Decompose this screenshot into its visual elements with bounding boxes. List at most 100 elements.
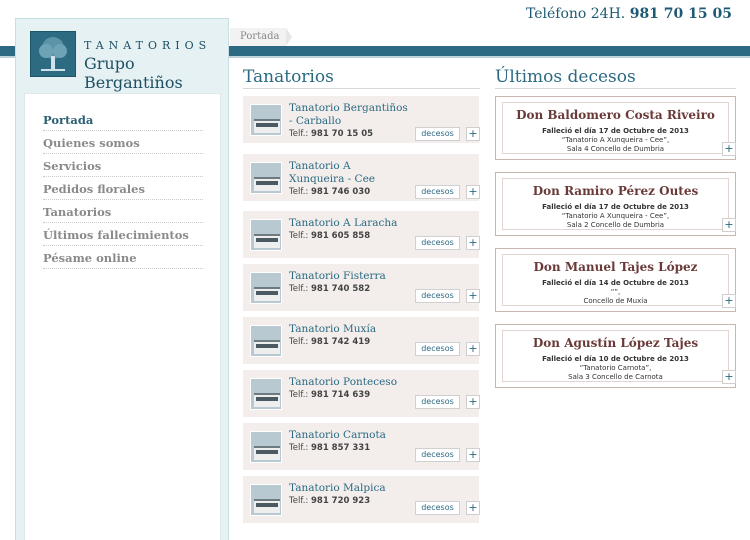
- logo-line-1: TANATORIOS: [84, 39, 212, 52]
- decesos-divider: [495, 88, 736, 89]
- nav-item-pedidos-florales[interactable]: Pedidos florales: [43, 177, 203, 200]
- deceso-card: Don Baldomero Costa Riveiro Falleció el …: [495, 96, 736, 160]
- tanatorio-phone: Telf.: 981 70 15 05: [289, 129, 374, 139]
- tanatorio-card: Tanatorio A Laracha Telf.: 981 605 858 d…: [243, 211, 480, 258]
- expand-plus-button[interactable]: +: [466, 236, 480, 250]
- tanatorio-photo: [250, 484, 282, 516]
- expand-plus-button[interactable]: +: [466, 501, 480, 515]
- tanatorio-phone: Telf.: 981 746 030: [289, 187, 371, 197]
- deceso-place: “Tanatorio Carnota”,: [579, 364, 652, 372]
- tanatorio-name[interactable]: Tanatorio Muxía: [289, 323, 409, 336]
- decesos-button[interactable]: decesos: [415, 448, 460, 462]
- tanatorio-card: Tanatorio Carnota Telf.: 981 857 331 dec…: [243, 423, 480, 470]
- tanatorio-phone: Telf.: 981 740 582: [289, 284, 371, 294]
- tanatorio-phone: Telf.: 981 714 639: [289, 390, 371, 400]
- deceso-place: “Tanatorio A Xunqueira - Cee”,: [561, 136, 670, 144]
- decesos-title: Últimos decesos: [495, 67, 636, 87]
- deceso-card-inner: Don Agustín López Tajes Falleció el día …: [502, 330, 729, 382]
- expand-plus-button[interactable]: +: [466, 448, 480, 462]
- decesos-button[interactable]: decesos: [415, 342, 460, 356]
- tanatorio-card: Tanatorio Muxía Telf.: 981 742 419 deces…: [243, 317, 480, 364]
- deceso-name[interactable]: Don Manuel Tajes López: [503, 260, 728, 274]
- tanatorio-name[interactable]: Tanatorio Fisterra: [289, 270, 409, 283]
- tanatorio-photo: [250, 219, 282, 251]
- logo-line-2: Grupo Bergantiños: [84, 54, 183, 92]
- deceso-plus-button[interactable]: +: [722, 294, 736, 308]
- phone-label: Teléfono 24H.: [525, 6, 626, 22]
- expand-plus-button[interactable]: +: [466, 127, 480, 141]
- tanatorio-name[interactable]: Tanatorio Malpica: [289, 482, 409, 495]
- tanatorio-name[interactable]: Tanatorio Bergantiños - Carballo: [289, 102, 409, 128]
- tanatorio-photo: [250, 378, 282, 410]
- tanatorio-phone: Telf.: 981 857 331: [289, 443, 371, 453]
- tanatorio-photo: [250, 162, 282, 194]
- breadcrumb-arrow-icon: [286, 28, 292, 46]
- breadcrumb: Portada: [230, 28, 292, 46]
- deceso-date: Falleció el día 14 de Octubre de 2013: [542, 279, 689, 287]
- tanatorio-photo: [250, 104, 282, 136]
- tanatorios-title: Tanatorios: [243, 67, 334, 87]
- deceso-name[interactable]: Don Agustín López Tajes: [503, 336, 728, 350]
- deceso-card-inner: Don Ramiro Pérez Outes Falleció el día 1…: [502, 178, 729, 230]
- tanatorio-photo: [250, 272, 282, 304]
- deceso-card: Don Agustín López Tajes Falleció el día …: [495, 324, 736, 388]
- deceso-plus-button[interactable]: +: [722, 370, 736, 384]
- deceso-date: Falleció el día 17 de Octubre de 2013: [542, 203, 689, 211]
- deceso-name[interactable]: Don Ramiro Pérez Outes: [503, 184, 728, 198]
- tanatorio-name[interactable]: Tanatorio Carnota: [289, 429, 409, 442]
- nav-item-portada[interactable]: Portada: [43, 108, 203, 131]
- tanatorio-photo: [250, 325, 282, 357]
- deceso-date: Falleció el día 17 de Octubre de 2013: [542, 127, 689, 135]
- phone-number[interactable]: 981 70 15 05: [630, 6, 732, 22]
- tanatorios-divider: [243, 88, 480, 89]
- deceso-room: Sala 3 Concello de Carnota: [568, 373, 663, 381]
- tanatorio-card: Tanatorio Malpica Telf.: 981 720 923 dec…: [243, 476, 480, 523]
- nav-item-quienes-somos[interactable]: Quienes somos: [43, 131, 203, 154]
- sidebar: TANATORIOS Grupo Bergantiños Portada Qui…: [15, 18, 229, 540]
- decesos-button[interactable]: decesos: [415, 395, 460, 409]
- tanatorio-card: Tanatorio A Xunqueira - Cee Telf.: 981 7…: [243, 154, 480, 201]
- nav-item-pesame-online[interactable]: Pésame online: [43, 246, 203, 269]
- tanatorio-card: Tanatorio Fisterra Telf.: 981 740 582 de…: [243, 264, 480, 311]
- breadcrumb-current[interactable]: Portada: [240, 31, 279, 42]
- tanatorio-card: Tanatorio Ponteceso Telf.: 981 714 639 d…: [243, 370, 480, 417]
- deceso-card-inner: Don Manuel Tajes López Falleció el día 1…: [502, 254, 729, 306]
- deceso-card: Don Ramiro Pérez Outes Falleció el día 1…: [495, 172, 736, 236]
- phone-info: Teléfono 24H. 981 70 15 05: [526, 6, 732, 22]
- decesos-button[interactable]: decesos: [415, 289, 460, 303]
- decesos-button[interactable]: decesos: [415, 501, 460, 515]
- tanatorio-card: Tanatorio Bergantiños - Carballo Telf.: …: [243, 96, 480, 143]
- tanatorio-photo: [250, 431, 282, 463]
- nav-item-tanatorios[interactable]: Tanatorios: [43, 200, 203, 223]
- deceso-name[interactable]: Don Baldomero Costa Riveiro: [503, 108, 728, 122]
- logo[interactable]: TANATORIOS Grupo Bergantiños: [30, 31, 218, 92]
- deceso-plus-button[interactable]: +: [722, 142, 736, 156]
- expand-plus-button[interactable]: +: [466, 185, 480, 199]
- expand-plus-button[interactable]: +: [466, 342, 480, 356]
- deceso-room: Sala 2 Concello de Dumbria: [566, 221, 665, 229]
- tanatorio-name[interactable]: Tanatorio Ponteceso: [289, 376, 409, 389]
- tanatorio-phone: Telf.: 981 742 419: [289, 337, 371, 347]
- deceso-plus-button[interactable]: +: [722, 218, 736, 232]
- nav-item-ultimos-fallecimientos[interactable]: Últimos fallecimientos: [43, 223, 203, 246]
- decesos-button[interactable]: decesos: [415, 185, 460, 199]
- tanatorio-name[interactable]: Tanatorio A Xunqueira - Cee: [289, 160, 409, 186]
- deceso-place: “”,: [610, 288, 621, 296]
- expand-plus-button[interactable]: +: [466, 395, 480, 409]
- decesos-button[interactable]: decesos: [415, 236, 460, 250]
- nav-item-servicios[interactable]: Servicios: [43, 154, 203, 177]
- deceso-room: Concello de Muxía: [583, 297, 648, 305]
- expand-plus-button[interactable]: +: [466, 289, 480, 303]
- deceso-card-inner: Don Baldomero Costa Riveiro Falleció el …: [502, 102, 729, 154]
- deceso-room: Sala 4 Concello de Dumbria: [566, 145, 665, 153]
- tanatorio-phone: Telf.: 981 605 858: [289, 231, 371, 241]
- tree-logo-icon: [30, 31, 76, 77]
- deceso-card: Don Manuel Tajes López Falleció el día 1…: [495, 248, 736, 312]
- nav-panel: Portada Quienes somos Servicios Pedidos …: [24, 93, 221, 540]
- deceso-date: Falleció el día 10 de Octubre de 2013: [542, 355, 689, 363]
- deceso-place: “Tanatorio A Xunqueira - Cee”,: [561, 212, 670, 220]
- main-nav: Portada Quienes somos Servicios Pedidos …: [43, 108, 203, 269]
- decesos-button[interactable]: decesos: [415, 127, 460, 141]
- tanatorio-name[interactable]: Tanatorio A Laracha: [289, 217, 409, 230]
- tanatorio-phone: Telf.: 981 720 923: [289, 496, 371, 506]
